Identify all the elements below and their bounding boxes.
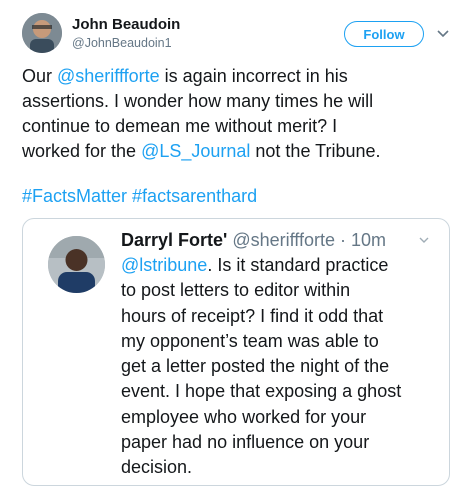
quoted-text-line: to post letters to editor within (121, 280, 351, 301)
tweet-text-line: worked for the @LS_Journal not the Tribu… (22, 141, 381, 161)
chevron-down-icon[interactable] (437, 27, 449, 39)
quoted-tweet-header: Darryl Forte' @sheriffforte · 10m (121, 227, 386, 253)
quoted-text-line: paper had no influence on your (121, 432, 370, 453)
hashtag-link[interactable]: #FactsMatter (22, 186, 127, 206)
follow-button[interactable]: Follow (344, 21, 424, 47)
tweet-text-line: continue to demean me without merit? I (22, 116, 338, 136)
hashtags: #FactsMatter #factsarenthard (22, 184, 257, 209)
author-avatar[interactable] (22, 13, 62, 53)
quoted-text-line: event. I hope that exposing a ghost (121, 381, 402, 402)
tweet-text-line: Our @sheriffforte is again incorrect in … (22, 66, 348, 86)
quoted-text-line: employee who worked for your (121, 406, 367, 427)
author-handle[interactable]: @JohnBeaudoin1 (72, 36, 172, 50)
separator: · (334, 230, 351, 250)
quoted-text-line: my opponent’s team was able to (121, 330, 379, 351)
quoted-author-avatar[interactable] (48, 236, 105, 293)
quoted-text-line: hours of receipt? I find it odd that (121, 305, 384, 326)
mention-link[interactable]: @sheriffforte (57, 66, 160, 86)
quoted-text-line: decision. (121, 457, 193, 478)
quoted-text-line: get a letter posted the night of the (121, 356, 390, 377)
tweet-text: Our @sheriffforte is again incorrect in … (22, 64, 467, 164)
mention-link[interactable]: @lstribune (121, 255, 207, 275)
chevron-down-icon[interactable] (419, 235, 429, 245)
quoted-author-name[interactable]: Darryl Forte' (121, 230, 227, 250)
hashtag-link[interactable]: #factsarenthard (132, 186, 257, 206)
quoted-tweet-text: @lstribune. Is it standard practice to p… (121, 253, 441, 481)
quoted-author-handle[interactable]: @sheriffforte (232, 230, 335, 250)
tweet: John Beaudoin @JohnBeaudoin1 Follow Our … (0, 0, 475, 486)
tweet-text-line: assertions. I wonder how many times he w… (22, 91, 374, 111)
quoted-tweet[interactable]: Darryl Forte' @sheriffforte · 10m @lstri… (22, 218, 450, 486)
mention-link[interactable]: @LS_Journal (141, 141, 250, 161)
author-name[interactable]: John Beaudoin (72, 16, 180, 33)
timestamp[interactable]: 10m (351, 230, 386, 250)
quoted-text-line: @lstribune. Is it standard practice (121, 255, 389, 275)
